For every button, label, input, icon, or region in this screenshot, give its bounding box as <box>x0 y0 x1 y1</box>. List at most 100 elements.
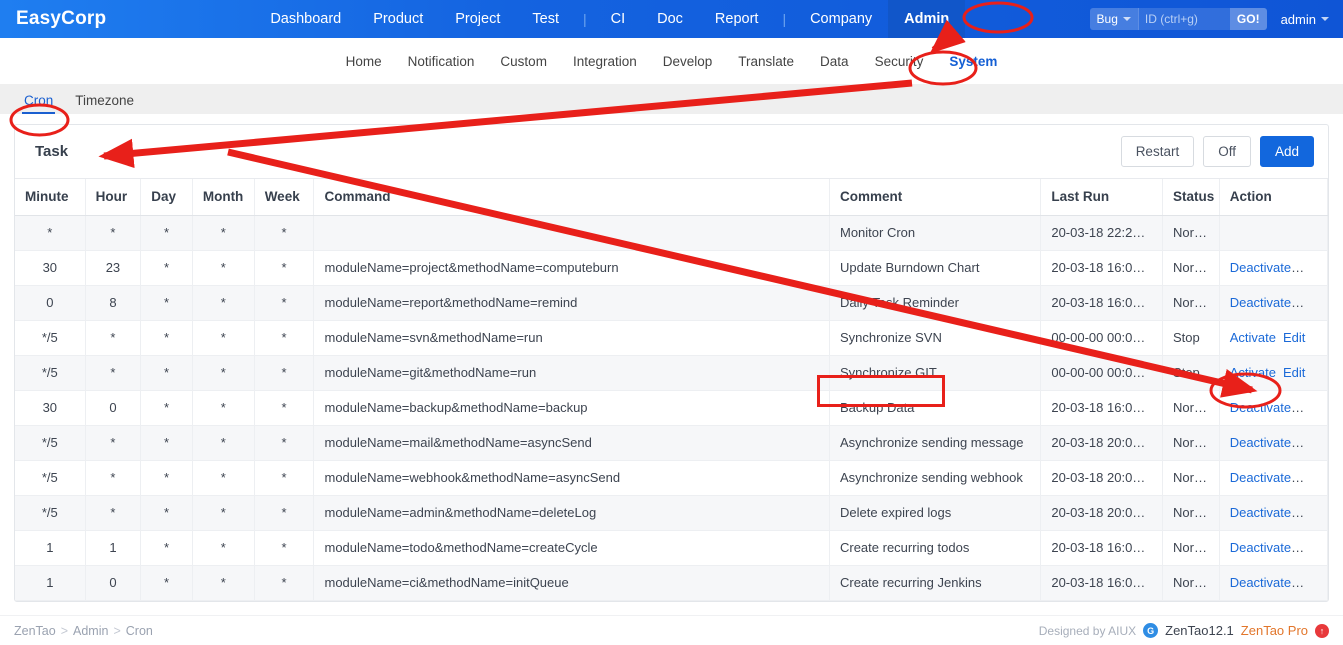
subnav-item-system[interactable]: System <box>936 54 1010 69</box>
upgrade-arrow-icon: ↑ <box>1315 624 1329 638</box>
nav-item-project[interactable]: Project <box>439 0 516 38</box>
restart-button[interactable]: Restart <box>1121 136 1195 167</box>
nav-item-company[interactable]: Company <box>794 0 888 38</box>
cell-lastrun: 20-03-18 16:01:15 <box>1041 285 1163 320</box>
deactivate-link[interactable]: Deactivate <box>1230 505 1304 520</box>
col-header-status[interactable]: Status <box>1163 179 1220 215</box>
cell-hour: 0 <box>85 565 141 600</box>
subnav-item-custom[interactable]: Custom <box>487 54 560 69</box>
table-row: */5****moduleName=svn&methodName=runSync… <box>15 320 1328 355</box>
cell-command: moduleName=backup&methodName=backup <box>314 390 830 425</box>
cell-command: moduleName=svn&methodName=run <box>314 320 830 355</box>
subnav-item-notification[interactable]: Notification <box>395 54 488 69</box>
panel-action-buttons: Restart Off Add <box>1121 136 1314 167</box>
table-row: 300***moduleName=backup&methodName=backu… <box>15 390 1328 425</box>
nav-item-admin[interactable]: Admin <box>888 0 965 38</box>
table-header-row: Minute Hour Day Month Week Command Comme… <box>15 179 1328 215</box>
deactivate-link[interactable]: Deactivate <box>1230 540 1304 555</box>
table-row: 11***moduleName=todo&methodName=createCy… <box>15 530 1328 565</box>
col-header-day[interactable]: Day <box>141 179 193 215</box>
cell-status: Normal <box>1163 390 1220 425</box>
user-menu[interactable]: admin <box>1281 12 1333 27</box>
tab-cron[interactable]: Cron <box>14 93 63 114</box>
cell-comment: Synchronize GIT <box>829 355 1040 390</box>
cell-lastrun: 20-03-18 20:00:17 <box>1041 425 1163 460</box>
nav-item-dashboard[interactable]: Dashboard <box>254 0 357 38</box>
cell-month: * <box>192 530 254 565</box>
cell-week: * <box>254 285 314 320</box>
col-header-action[interactable]: Action <box>1219 179 1327 215</box>
edit-link[interactable]: Edit <box>1283 365 1305 380</box>
cell-lastrun: 20-03-18 20:00:17 <box>1041 495 1163 530</box>
cell-lastrun: 20-03-18 16:01:15 <box>1041 530 1163 565</box>
cell-command: moduleName=admin&methodName=deleteLog <box>314 495 830 530</box>
cell-action: Activate Edit <box>1219 320 1327 355</box>
subnav-item-integration[interactable]: Integration <box>560 54 650 69</box>
activate-link[interactable]: Activate <box>1230 330 1276 345</box>
col-header-hour[interactable]: Hour <box>85 179 141 215</box>
zentao-pro-link[interactable]: ZenTao Pro <box>1241 623 1308 638</box>
cell-status: Stop <box>1163 320 1220 355</box>
deactivate-link[interactable]: Deactivate <box>1230 470 1304 485</box>
edit-link[interactable]: Edit <box>1283 330 1305 345</box>
nav-item-test[interactable]: Test <box>516 0 575 38</box>
activate-link[interactable]: Activate <box>1230 365 1276 380</box>
breadcrumb-item-cron[interactable]: Cron <box>126 624 153 638</box>
top-nav-right: Bug GO! admin <box>1090 8 1343 30</box>
search-input[interactable] <box>1138 8 1230 30</box>
cell-comment: Create recurring Jenkins <box>829 565 1040 600</box>
cell-action: DeactivateEdit <box>1219 530 1327 565</box>
cell-action: DeactivateEdit <box>1219 425 1327 460</box>
deactivate-link[interactable]: Deactivate <box>1230 400 1304 415</box>
table-row: 10***moduleName=ci&methodName=initQueueC… <box>15 565 1328 600</box>
cell-day: * <box>141 355 193 390</box>
add-button[interactable]: Add <box>1260 136 1314 167</box>
cell-month: * <box>192 495 254 530</box>
col-header-week[interactable]: Week <box>254 179 314 215</box>
deactivate-link[interactable]: Deactivate <box>1230 575 1304 590</box>
breadcrumb-separator: > <box>108 624 125 638</box>
col-header-minute[interactable]: Minute <box>15 179 85 215</box>
cell-minute: 0 <box>15 285 85 320</box>
col-header-command[interactable]: Command <box>314 179 830 215</box>
table-row: */5****moduleName=admin&methodName=delet… <box>15 495 1328 530</box>
cell-day: * <box>141 530 193 565</box>
cell-day: * <box>141 215 193 250</box>
off-button[interactable]: Off <box>1203 136 1251 167</box>
nav-item-ci[interactable]: CI <box>595 0 642 38</box>
global-search: Bug GO! <box>1090 8 1267 30</box>
breadcrumb-item-admin[interactable]: Admin <box>73 624 108 638</box>
breadcrumb-item-zentao[interactable]: ZenTao <box>14 624 56 638</box>
cell-month: * <box>192 460 254 495</box>
tab-timezone[interactable]: Timezone <box>65 93 144 114</box>
cell-status: Normal <box>1163 460 1220 495</box>
search-type-dropdown[interactable]: Bug <box>1090 8 1138 30</box>
tab-strip: Cron Timezone <box>0 84 1343 114</box>
nav-item-product[interactable]: Product <box>357 0 439 38</box>
cell-month: * <box>192 390 254 425</box>
table-row: */5****moduleName=webhook&methodName=asy… <box>15 460 1328 495</box>
search-go-button[interactable]: GO! <box>1230 8 1267 30</box>
designed-by-label: Designed by AIUX <box>1039 624 1136 638</box>
search-type-label: Bug <box>1097 12 1118 26</box>
col-header-month[interactable]: Month <box>192 179 254 215</box>
subnav-item-security[interactable]: Security <box>862 54 937 69</box>
nav-item-doc[interactable]: Doc <box>641 0 699 38</box>
cell-status: Normal <box>1163 215 1220 250</box>
deactivate-link[interactable]: Deactivate <box>1230 435 1304 450</box>
col-header-comment[interactable]: Comment <box>829 179 1040 215</box>
subnav-item-translate[interactable]: Translate <box>725 54 807 69</box>
nav-item-report[interactable]: Report <box>699 0 775 38</box>
cell-lastrun: 00-00-00 00:00:00 <box>1041 320 1163 355</box>
deactivate-link[interactable]: Deactivate <box>1230 295 1304 310</box>
subnav-item-develop[interactable]: Develop <box>650 54 726 69</box>
subnav-item-data[interactable]: Data <box>807 54 862 69</box>
brand-logo[interactable]: EasyCorp <box>0 8 124 30</box>
cell-hour: 8 <box>85 285 141 320</box>
subnav-item-home[interactable]: Home <box>333 54 395 69</box>
cell-action: Activate Edit <box>1219 355 1327 390</box>
col-header-lastrun[interactable]: Last Run <box>1041 179 1163 215</box>
cell-week: * <box>254 215 314 250</box>
cell-comment: Daily Task Reminder <box>829 285 1040 320</box>
deactivate-link[interactable]: Deactivate <box>1230 260 1304 275</box>
